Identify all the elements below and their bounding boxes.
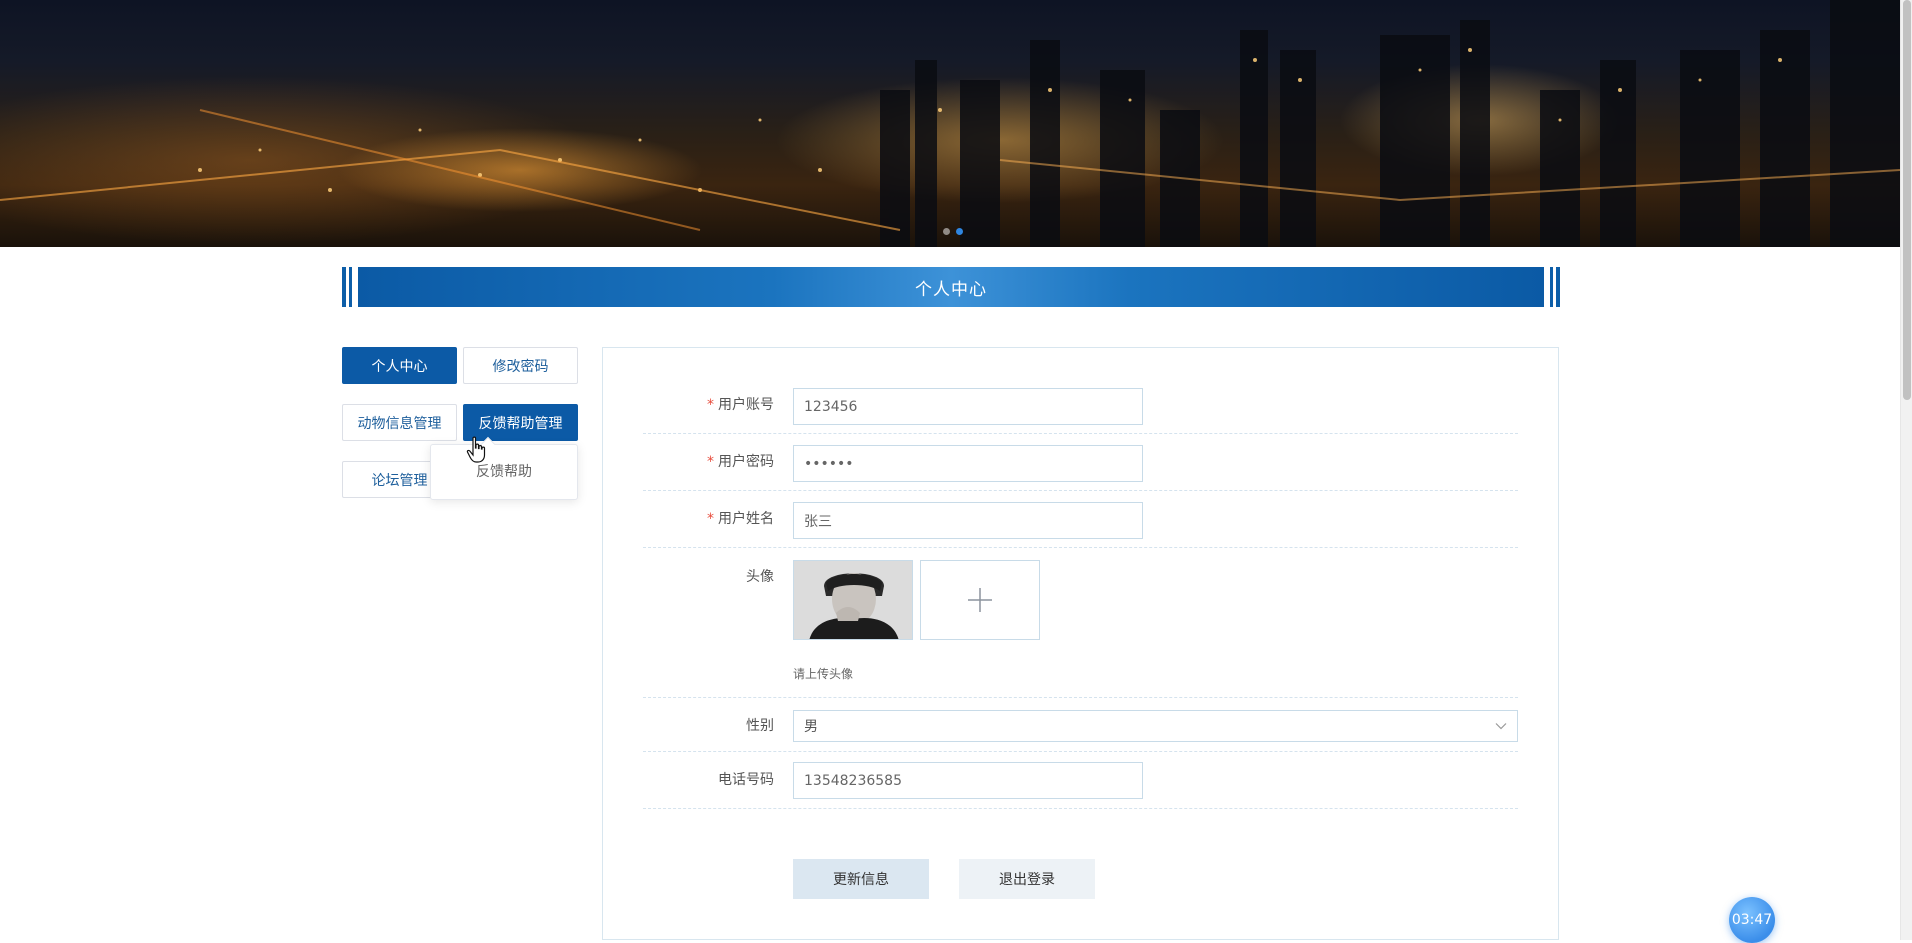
banner-carousel	[0, 0, 1900, 247]
phone-label: 电话号码	[718, 772, 774, 788]
dropdown-item-feedback-help[interactable]: 反馈帮助	[431, 459, 577, 483]
logout-button[interactable]: 退出登录	[959, 859, 1095, 899]
plus-icon	[968, 588, 992, 612]
avatar-label: 头像	[746, 569, 774, 585]
account-label: * 用户账号	[707, 397, 774, 413]
name-label: * 用户姓名	[707, 511, 774, 527]
carousel-indicators	[943, 228, 963, 235]
title-bar-right-edge	[1544, 267, 1560, 307]
gender-select-value: 男	[804, 719, 818, 735]
timer-badge[interactable]: 03:47	[1729, 897, 1775, 943]
city-skyline-image	[0, 0, 1900, 247]
chevron-down-icon	[1495, 723, 1507, 730]
password-input[interactable]: ••••••	[793, 445, 1143, 482]
carousel-dot-active[interactable]	[956, 228, 963, 235]
form-row-account: * 用户账号 123456	[643, 384, 1518, 434]
update-info-button[interactable]: 更新信息	[793, 859, 929, 899]
account-input[interactable]: 123456	[793, 388, 1143, 425]
scrollbar-thumb[interactable]	[1903, 0, 1911, 400]
gender-label: 性别	[746, 718, 774, 734]
avatar-hint: 请上传头像	[793, 667, 854, 681]
form-row-name: * 用户姓名 张三	[643, 491, 1518, 548]
menu-personal-center[interactable]: 个人中心	[342, 347, 457, 384]
feedback-dropdown: 反馈帮助	[430, 436, 578, 500]
avatar-preview[interactable]	[793, 560, 913, 640]
form-row-gender: 性别 男	[643, 698, 1518, 752]
form-row-avatar: 头像 请上传头像	[643, 548, 1518, 698]
page-title: 个人中心	[358, 267, 1544, 307]
menu-animal-info[interactable]: 动物信息管理	[342, 404, 457, 441]
menu-change-password[interactable]: 修改密码	[463, 347, 578, 384]
avatar-image	[794, 561, 912, 639]
gender-select[interactable]: 男	[793, 710, 1518, 742]
password-label: * 用户密码	[707, 454, 774, 470]
page-scrollbar[interactable]	[1900, 0, 1912, 940]
name-input[interactable]: 张三	[793, 502, 1143, 539]
hand-cursor-icon	[466, 436, 486, 463]
form-row-password: * 用户密码 ••••••	[643, 434, 1518, 491]
form-row-phone: 电话号码 13548236585	[643, 752, 1518, 809]
title-bar-left-edge	[342, 267, 358, 307]
section-title-bar: 个人中心	[342, 267, 1560, 307]
phone-input[interactable]: 13548236585	[793, 762, 1143, 799]
avatar-upload-button[interactable]	[920, 560, 1040, 640]
carousel-dot[interactable]	[943, 228, 950, 235]
